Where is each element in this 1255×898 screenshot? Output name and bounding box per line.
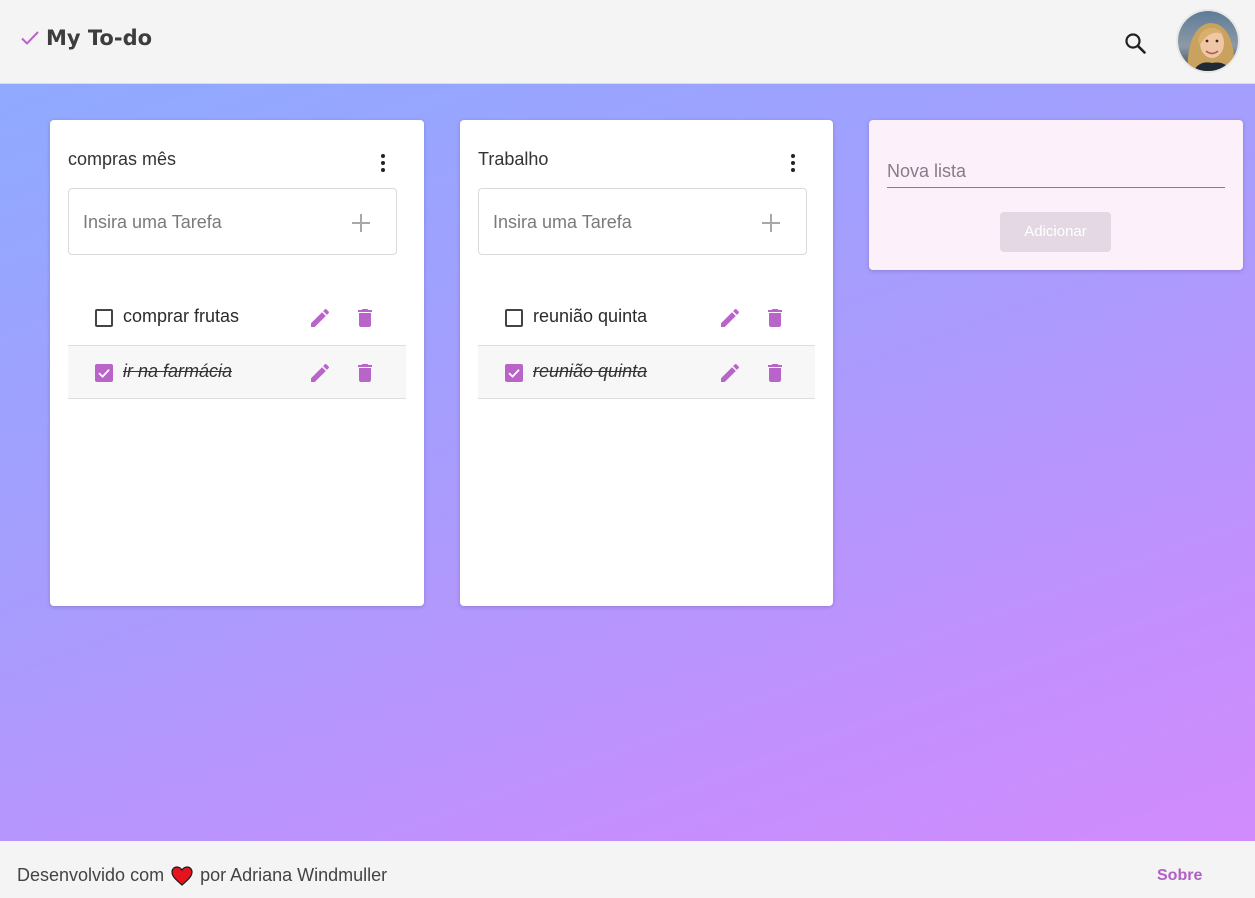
edit-icon[interactable]	[308, 361, 332, 385]
add-task-icon[interactable]	[762, 214, 780, 232]
new-list-card: Nova lista Adicionar	[869, 120, 1243, 270]
footer-prefix: Desenvolvido com	[17, 865, 165, 885]
edit-icon[interactable]	[718, 306, 742, 330]
footer-suffix: por Adriana Windmuller	[200, 865, 388, 885]
task-row: comprar frutas	[68, 291, 406, 345]
delete-icon[interactable]	[353, 306, 377, 330]
task-text: ir na farmácia	[123, 361, 233, 381]
avatar-image	[1178, 11, 1238, 71]
new-list-input[interactable]: Nova lista	[887, 158, 1225, 188]
about-link[interactable]: Sobre	[1157, 867, 1202, 885]
brand[interactable]: My To-do	[18, 26, 152, 50]
search-icon	[1125, 33, 1146, 54]
task-checkbox-checked[interactable]	[95, 364, 113, 382]
task-text: reunião quinta	[533, 306, 648, 326]
more-vert-icon[interactable]	[378, 152, 388, 174]
task-input-placeholder: Insira uma Tarefa	[83, 212, 222, 232]
board: compras mês Insira uma Tarefa comprar fr…	[0, 84, 1255, 841]
footer-credits: Desenvolvido com por Adriana Windmuller	[17, 865, 387, 886]
checkmark-icon	[98, 369, 110, 378]
task-row: reunião quinta	[478, 345, 815, 399]
task-input-placeholder: Insira uma Tarefa	[493, 212, 632, 232]
top-app-bar: My To-do	[0, 0, 1255, 84]
list-card: Trabalho Insira uma Tarefa reunião quint…	[460, 120, 833, 606]
more-vert-icon[interactable]	[788, 152, 798, 174]
checkmark-icon	[508, 369, 520, 378]
list-title: Trabalho	[478, 149, 549, 169]
task-text: comprar frutas	[123, 306, 240, 326]
task-row: ir na farmácia	[68, 345, 406, 399]
search-button[interactable]	[1122, 30, 1150, 58]
add-list-button[interactable]: Adicionar	[1000, 212, 1111, 252]
add-task-icon[interactable]	[352, 214, 370, 232]
user-avatar[interactable]	[1176, 9, 1240, 73]
task-checkbox-checked[interactable]	[505, 364, 523, 382]
task-input[interactable]: Insira uma Tarefa	[478, 188, 807, 255]
footer: Desenvolvido com por Adriana Windmuller …	[0, 841, 1255, 898]
app-title: My To-do	[46, 26, 153, 50]
task-text: reunião quinta	[533, 361, 648, 381]
edit-icon[interactable]	[308, 306, 332, 330]
task-input[interactable]: Insira uma Tarefa	[68, 188, 397, 255]
task-checkbox[interactable]	[505, 309, 523, 327]
check-icon	[21, 31, 39, 45]
task-row: reunião quinta	[478, 291, 815, 345]
edit-icon[interactable]	[718, 361, 742, 385]
list-card: compras mês Insira uma Tarefa comprar fr…	[50, 120, 424, 606]
heart-icon	[171, 865, 193, 886]
delete-icon[interactable]	[353, 361, 377, 385]
new-list-placeholder: Nova lista	[887, 161, 967, 181]
delete-icon[interactable]	[763, 361, 787, 385]
task-checkbox[interactable]	[95, 309, 113, 327]
list-title: compras mês	[68, 149, 177, 169]
delete-icon[interactable]	[763, 306, 787, 330]
